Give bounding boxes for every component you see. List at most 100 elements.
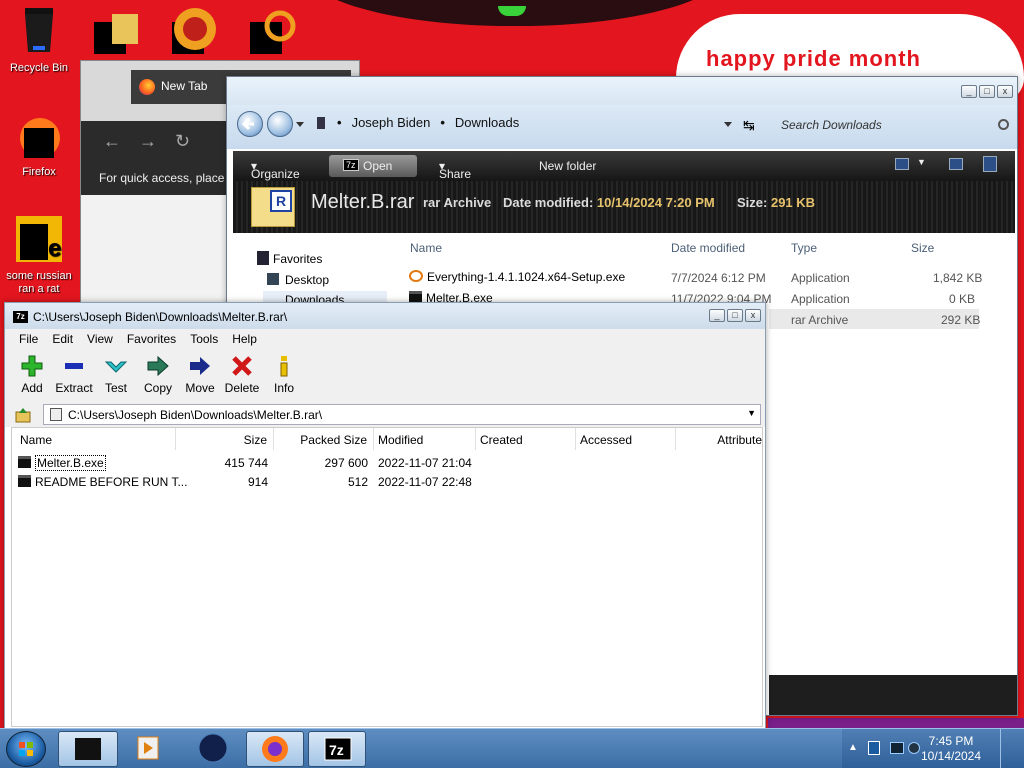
info-button[interactable]: Info	[262, 353, 306, 395]
desktop-icon-firefox[interactable]: Firefox	[0, 114, 78, 178]
nav-item-desktop[interactable]: Desktop	[285, 273, 329, 287]
chevron-down-icon[interactable]	[295, 121, 305, 129]
taskbar-clock[interactable]: 7:45 PM 10/14/2024	[916, 734, 986, 764]
column-header-attribute[interactable]: Attribute	[676, 428, 762, 450]
reload-icon[interactable]: ↻	[175, 131, 190, 152]
search-input[interactable]: Search Downloads	[771, 115, 1013, 137]
plus-icon	[21, 355, 43, 377]
taskbar-media-player[interactable]	[124, 731, 174, 767]
menu-help[interactable]: Help	[232, 332, 257, 349]
back-button[interactable]	[237, 111, 263, 137]
forward-arrow-icon[interactable]: →	[139, 131, 157, 152]
7zip-toolbar: Add Extract Test Copy Move Delete Info	[5, 349, 765, 405]
file-row[interactable]: Everything-1.4.1.1024.x64-Setup.exe	[409, 270, 625, 284]
chevron-down-icon[interactable]	[723, 121, 733, 129]
folder-up-icon[interactable]	[15, 407, 33, 423]
desktop-icon-label: Recycle Bin	[9, 62, 69, 74]
explorer-toolbar: Organize ▾ 7z Open Share with ▾ New fold…	[233, 151, 1015, 195]
column-header-created[interactable]: Created	[476, 428, 576, 450]
refresh-icon[interactable]: ↹	[743, 117, 755, 134]
column-header-modified[interactable]: Modified	[374, 428, 476, 450]
globe-icon	[174, 8, 216, 50]
chevron-down-icon[interactable]: ▼	[917, 157, 926, 167]
help-icon[interactable]	[983, 156, 997, 172]
file-type: Application	[791, 271, 850, 285]
open-button[interactable]: 7z Open	[329, 155, 417, 177]
row-modified: 2022-11-07 22:48	[378, 475, 472, 489]
menu-file[interactable]: File	[19, 332, 38, 349]
copy-button[interactable]: Copy	[136, 353, 180, 395]
test-check-icon	[104, 361, 128, 373]
organize-button[interactable]: Organize ▾	[251, 159, 300, 181]
rar-file-icon: R	[251, 187, 295, 227]
menu-view[interactable]: View	[87, 332, 113, 349]
details-file-type: rar Archive	[423, 195, 492, 210]
7zip-icon: 7z	[13, 311, 28, 323]
add-button[interactable]: Add	[10, 353, 54, 395]
chevron-down-icon[interactable]: ▼	[747, 408, 756, 418]
view-options-icon[interactable]	[895, 158, 909, 170]
file-size: 292 KB	[941, 313, 981, 327]
row-name: README BEFORE RUN T...	[35, 475, 188, 489]
firefox-icon	[20, 118, 60, 158]
maximize-button[interactable]: □	[727, 309, 743, 322]
maximize-button[interactable]: □	[979, 85, 995, 98]
explorer-address-bar: • Joseph Biden • Downloads ↹ Search Down…	[227, 105, 1017, 149]
start-button[interactable]	[6, 731, 46, 767]
folder-icon	[112, 14, 138, 44]
column-header-size[interactable]: Size	[911, 241, 934, 255]
forward-button[interactable]	[267, 111, 293, 137]
minimize-button[interactable]: _	[709, 309, 725, 322]
column-header-date[interactable]: Date modified	[671, 241, 745, 255]
show-desktop-button[interactable]	[1000, 729, 1024, 768]
breadcrumb-item[interactable]: Downloads	[455, 115, 519, 130]
extract-button[interactable]: Extract	[52, 353, 96, 395]
7zip-icon: 7z	[324, 737, 352, 761]
column-header-name[interactable]: Name	[410, 241, 442, 255]
delete-x-icon	[232, 356, 252, 376]
network-icon[interactable]	[890, 742, 904, 754]
delete-button[interactable]: Delete	[220, 353, 264, 395]
desktop-icon-recycle-bin[interactable]: Recycle Bin	[0, 6, 78, 74]
taskbar-7zip[interactable]: 7z	[308, 731, 366, 767]
file-size: 1,842 KB	[933, 271, 983, 285]
desktop-icon-rat[interactable]: e some russian ran a rat	[0, 214, 78, 296]
file-size: 0 KB	[949, 292, 976, 306]
folder-icon	[50, 408, 62, 421]
recycle-bin-icon	[25, 8, 53, 52]
close-button[interactable]: x	[997, 85, 1013, 98]
browser-tab-label: New Tab	[161, 79, 208, 93]
globe-icon	[198, 733, 228, 763]
column-header-name[interactable]: Name	[12, 428, 176, 450]
menu-tools[interactable]: Tools	[190, 332, 218, 349]
file-name: Everything-1.4.1.1024.x64-Setup.exe	[427, 270, 626, 284]
close-button[interactable]: x	[745, 309, 761, 322]
column-header-accessed[interactable]: Accessed	[576, 428, 676, 450]
breadcrumb-item[interactable]: Joseph Biden	[352, 115, 431, 130]
explorer-titlebar[interactable]: _ □ x	[227, 77, 1017, 105]
table-row[interactable]: README BEFORE RUN T...	[18, 475, 187, 489]
tray-expand-icon[interactable]: ▲	[848, 742, 858, 753]
menu-favorites[interactable]: Favorites	[127, 332, 176, 349]
back-arrow-icon[interactable]: ←	[103, 131, 121, 152]
column-header-packed-size[interactable]: Packed Size	[274, 428, 374, 450]
table-row[interactable]: Melter.B.exe	[18, 455, 106, 471]
7zip-window[interactable]: 7z C:\Users\Joseph Biden\Downloads\Melte…	[4, 302, 766, 730]
taskbar-app[interactable]	[186, 731, 240, 767]
taskbar-explorer[interactable]	[58, 731, 118, 767]
preview-pane-icon[interactable]	[949, 158, 963, 170]
test-button[interactable]: Test	[94, 353, 138, 395]
share-with-button[interactable]: Share with ▾	[439, 159, 471, 195]
nav-item-favorites[interactable]: Favorites	[273, 252, 322, 266]
taskbar-firefox[interactable]	[246, 731, 304, 767]
column-header-size[interactable]: Size	[176, 428, 274, 450]
tray-app-icon[interactable]	[868, 741, 880, 755]
row-modified: 2022-11-07 21:04	[378, 456, 472, 470]
path-input[interactable]: C:\Users\Joseph Biden\Downloads\Melter.B…	[43, 404, 761, 425]
menu-edit[interactable]: Edit	[52, 332, 73, 349]
new-folder-button[interactable]: New folder	[539, 159, 596, 173]
column-header-type[interactable]: Type	[791, 241, 817, 255]
minimize-button[interactable]: _	[961, 85, 977, 98]
move-button[interactable]: Move	[178, 353, 222, 395]
7zip-titlebar[interactable]: 7z C:\Users\Joseph Biden\Downloads\Melte…	[5, 303, 765, 329]
